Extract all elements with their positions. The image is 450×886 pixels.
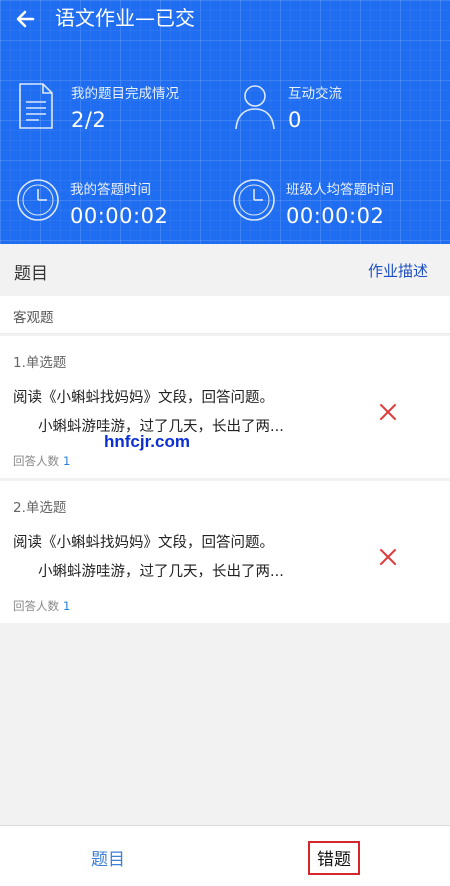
- section-title: 题目: [14, 264, 48, 284]
- assignment-description-link[interactable]: 作业描述: [368, 260, 428, 281]
- document-icon: [17, 82, 55, 134]
- bottom-tab-bar: 题目 错题: [0, 825, 450, 886]
- question-excerpt: 小蝌蚪游哇游，过了几天，长出了两...: [38, 564, 284, 580]
- tab-topic[interactable]: 题目: [91, 845, 125, 870]
- back-arrow-icon[interactable]: [12, 4, 42, 34]
- answer-count-value: 1: [63, 599, 71, 613]
- class-avg-time-label: 班级人均答题时间: [286, 182, 394, 198]
- question-type: 2.单选题: [13, 500, 67, 516]
- tab-wrong-questions[interactable]: 错题: [308, 841, 360, 875]
- watermark: hnfcjr.com: [104, 432, 190, 451]
- answer-count-label: 回答人数: [13, 599, 59, 613]
- answer-count: 回答人数 1: [13, 453, 70, 469]
- clock-icon: [232, 178, 276, 226]
- question-text: 阅读《小蝌蚪找妈妈》文段，回答问题。: [13, 390, 274, 406]
- wrong-x-icon: [378, 402, 398, 422]
- class-avg-time-value: 00:00:02: [286, 204, 385, 228]
- wrong-x-icon: [378, 547, 398, 567]
- answer-count-label: 回答人数: [13, 454, 59, 468]
- page-title: 语文作业—已交: [55, 6, 195, 30]
- completion-value: 2/2: [71, 108, 107, 132]
- section-header: 题目 作业描述: [0, 244, 450, 296]
- answer-count: 回答人数 1: [13, 598, 70, 614]
- question-card[interactable]: 1.单选题 阅读《小蝌蚪找妈妈》文段，回答问题。 小蝌蚪游哇游，过了几天，长出了…: [0, 336, 450, 478]
- question-card[interactable]: 2.单选题 阅读《小蝌蚪找妈妈》文段，回答问题。 小蝌蚪游哇游，过了几天，长出了…: [0, 481, 450, 623]
- category-label: 客观题: [13, 310, 54, 326]
- interaction-label: 互动交流: [288, 86, 342, 102]
- header: 语文作业—已交 我的题目完成情况 2/2 互动交流 0 我的答题时间 00:00…: [0, 0, 450, 244]
- my-time-label: 我的答题时间: [70, 182, 151, 198]
- interaction-value: 0: [288, 108, 302, 132]
- completion-label: 我的题目完成情况: [71, 86, 179, 102]
- clock-icon: [16, 178, 60, 226]
- question-text: 阅读《小蝌蚪找妈妈》文段，回答问题。: [13, 535, 274, 551]
- my-time-value: 00:00:02: [70, 204, 169, 228]
- person-icon: [234, 82, 276, 134]
- category-header: 客观题: [0, 296, 450, 334]
- question-type: 1.单选题: [13, 355, 67, 371]
- answer-count-value: 1: [63, 454, 71, 468]
